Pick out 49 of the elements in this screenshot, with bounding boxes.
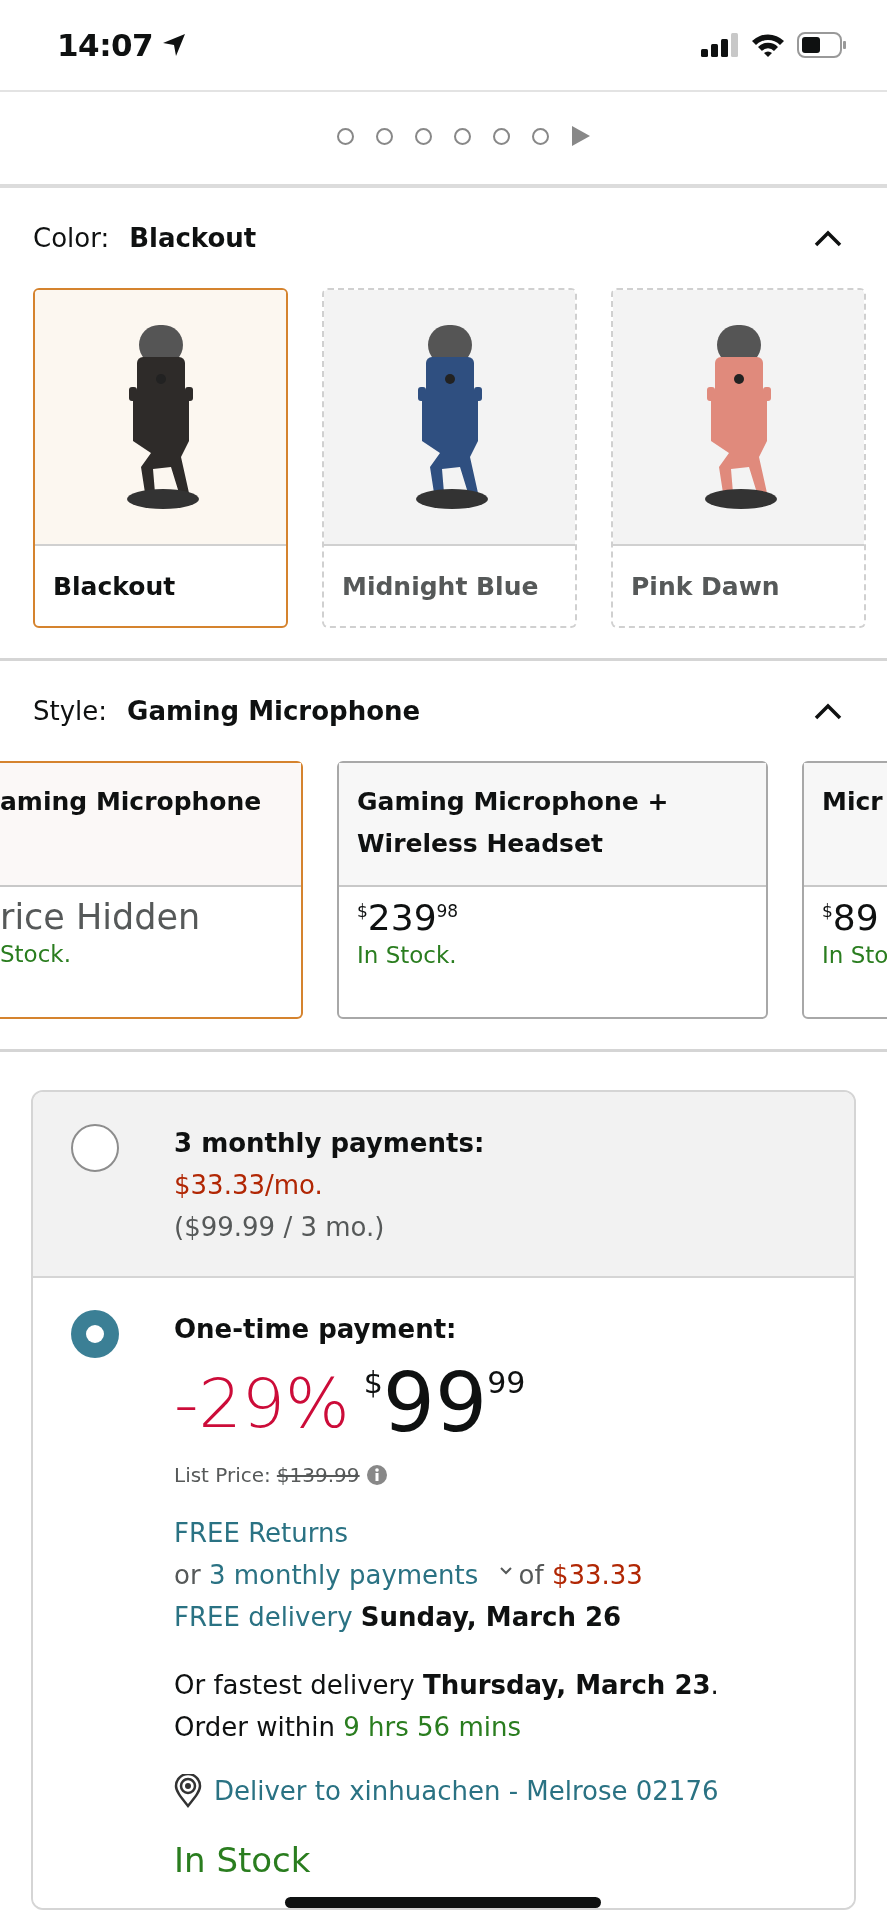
carousel-dot[interactable] (375, 127, 393, 145)
clock-time: 14:07 (57, 27, 154, 63)
option-label: Color: (33, 223, 110, 253)
free-returns-link[interactable]: FREE Returns (174, 1512, 348, 1554)
signal-icon (701, 33, 739, 57)
style-option-card[interactable]: Micr $^{$}$89 In Sto (802, 761, 887, 1019)
play-triangle-icon[interactable] (570, 125, 591, 147)
selected-value: Blackout (129, 223, 257, 253)
stock-status: In Stock (174, 1840, 312, 1880)
option-label: Style: (33, 696, 108, 726)
payment-option-title: 3 monthly payments: (174, 1127, 486, 1160)
carousel-dot[interactable] (336, 127, 354, 145)
carousel-dot[interactable] (453, 127, 471, 145)
color-swatch[interactable]: Pink Dawn (611, 288, 866, 628)
delivery-sentence: FREE delivery Sunday, March 26 (174, 1601, 623, 1634)
chevron-up-icon (813, 702, 843, 720)
monthly-amount: $33.33/mo. (174, 1169, 324, 1202)
wifi-icon (751, 32, 785, 58)
price: $^{$}$99$^{99}$ (363, 1362, 526, 1444)
selected-value: Gaming Microphone (127, 696, 421, 726)
color-swatch[interactable]: Midnight Blue (322, 288, 577, 628)
info-icon[interactable] (365, 1464, 388, 1486)
price: $^{$}$239$^{98}$ (357, 897, 460, 938)
list-price: $139.99 (276, 1462, 360, 1489)
fastest-delivery-text: Or fastest delivery Thursday, March 23. (174, 1669, 720, 1702)
order-within-text: Order within 9 hrs 56 mins (174, 1711, 522, 1744)
installment-detail: ($99.99 / 3 mo.) (174, 1211, 386, 1244)
payment-option-title: One-time payment: (174, 1313, 458, 1346)
color-swatch[interactable]: Blackout (33, 288, 288, 628)
location-pin-icon (174, 1774, 202, 1808)
style-option-card[interactable]: aming Microphone rice Hidden Stock. (0, 761, 303, 1019)
list-price-label: List Price: (174, 1462, 271, 1489)
installment-sentence: or 3 monthly payments of $33.33 (174, 1559, 644, 1592)
chevron-up-icon (813, 229, 843, 247)
carousel-dot[interactable] (531, 127, 549, 145)
battery-icon (797, 32, 847, 58)
carousel-dot[interactable] (492, 127, 510, 145)
carousel-dot[interactable] (414, 127, 432, 145)
style-option-card[interactable]: Gaming Microphone + Wireless Headset $^{$}$239$^{98}$ In Stock. (337, 761, 768, 1019)
deliver-to-link[interactable]: Deliver to xinhuachen - Melrose 02176 (214, 1770, 719, 1812)
payment-option[interactable]: 3 monthly payments: $33.33/mo. ($99.99 / 3 mo.) (33, 1092, 854, 1278)
caret-icon[interactable] (498, 1566, 513, 1576)
radio-button[interactable] (71, 1124, 119, 1172)
location-arrow-icon (161, 32, 188, 58)
radio-button[interactable] (71, 1310, 119, 1358)
monthly-payments-link[interactable]: 3 monthly payments (208, 1560, 479, 1590)
free-delivery-link[interactable]: FREE delivery (174, 1602, 353, 1632)
discount-percent: -29% (174, 1370, 350, 1438)
price: $^{$}$89 (822, 897, 880, 938)
